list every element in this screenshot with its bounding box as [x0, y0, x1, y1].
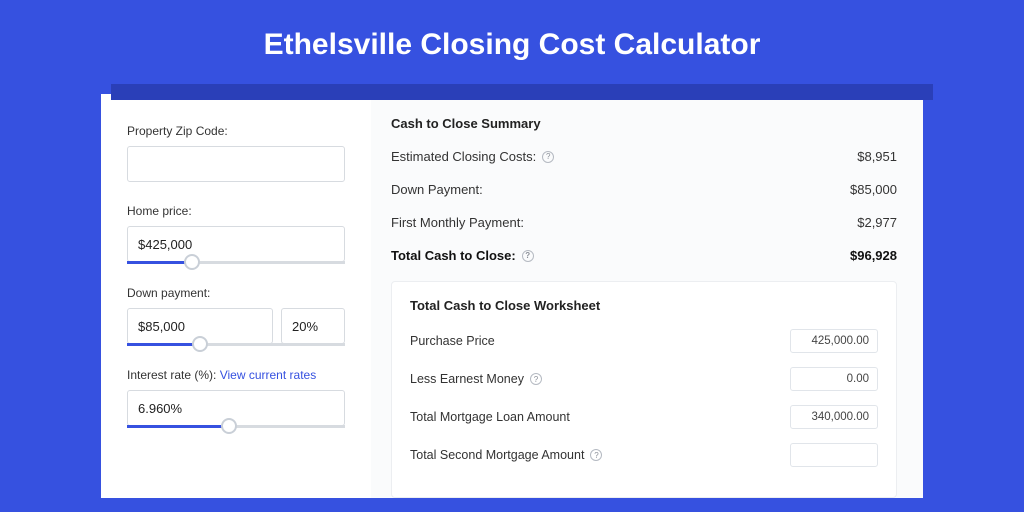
- ws-label-text: Less Earnest Money: [410, 372, 524, 386]
- interest-slider[interactable]: [127, 425, 345, 428]
- ws-value-input[interactable]: [790, 405, 878, 429]
- interest-field-group: Interest rate (%): View current rates: [127, 368, 345, 428]
- summary-label-text: Down Payment:: [391, 182, 483, 197]
- ws-value-input[interactable]: [790, 367, 878, 391]
- zip-input[interactable]: [127, 146, 345, 182]
- inputs-column: Property Zip Code: Home price: Down paym…: [101, 94, 371, 498]
- summary-row-down-payment: Down Payment: $85,000: [391, 182, 897, 197]
- worksheet-row-purchase-price: Purchase Price: [410, 329, 878, 353]
- interest-label: Interest rate (%): View current rates: [127, 368, 345, 382]
- help-icon[interactable]: ?: [530, 373, 542, 385]
- header-shadow: [111, 84, 933, 100]
- ws-label-text: Total Second Mortgage Amount: [410, 448, 584, 462]
- worksheet-row-second-mortgage: Total Second Mortgage Amount ?: [410, 443, 878, 467]
- ws-label-text: Total Mortgage Loan Amount: [410, 410, 570, 424]
- down-payment-slider[interactable]: [127, 343, 345, 346]
- help-icon[interactable]: ?: [522, 250, 534, 262]
- zip-field-group: Property Zip Code:: [127, 124, 345, 182]
- home-price-label: Home price:: [127, 204, 345, 218]
- home-price-input[interactable]: [127, 226, 345, 262]
- summary-row-total: Total Cash to Close: ? $96,928: [391, 248, 897, 263]
- summary-label-text: First Monthly Payment:: [391, 215, 524, 230]
- interest-input[interactable]: [127, 390, 345, 426]
- summary-label-text: Estimated Closing Costs:: [391, 149, 536, 164]
- ws-value-input[interactable]: [790, 329, 878, 353]
- results-column: Cash to Close Summary Estimated Closing …: [371, 94, 923, 498]
- calculator-panel: Property Zip Code: Home price: Down paym…: [101, 94, 923, 498]
- slider-thumb[interactable]: [221, 418, 237, 434]
- ws-value-input[interactable]: [790, 443, 878, 467]
- page-title: Ethelsville Closing Cost Calculator: [0, 0, 1024, 84]
- slider-thumb[interactable]: [184, 254, 200, 270]
- summary-value: $85,000: [850, 182, 897, 197]
- summary-row-closing-costs: Estimated Closing Costs: ? $8,951: [391, 149, 897, 164]
- summary-value: $8,951: [857, 149, 897, 164]
- slider-fill: [127, 261, 188, 264]
- worksheet-card: Total Cash to Close Worksheet Purchase P…: [391, 281, 897, 498]
- help-icon[interactable]: ?: [542, 151, 554, 163]
- summary-heading: Cash to Close Summary: [391, 116, 897, 131]
- worksheet-row-mortgage-amount: Total Mortgage Loan Amount: [410, 405, 878, 429]
- ws-label-text: Purchase Price: [410, 334, 495, 348]
- home-price-slider[interactable]: [127, 261, 345, 264]
- down-payment-field-group: Down payment:: [127, 286, 345, 346]
- slider-fill: [127, 343, 197, 346]
- view-rates-link[interactable]: View current rates: [220, 368, 317, 382]
- interest-label-text: Interest rate (%):: [127, 368, 216, 382]
- summary-row-first-payment: First Monthly Payment: $2,977: [391, 215, 897, 230]
- worksheet-row-earnest-money: Less Earnest Money ?: [410, 367, 878, 391]
- worksheet-heading: Total Cash to Close Worksheet: [410, 298, 878, 313]
- summary-value: $2,977: [857, 215, 897, 230]
- slider-thumb[interactable]: [192, 336, 208, 352]
- slider-fill: [127, 425, 225, 428]
- home-price-field-group: Home price:: [127, 204, 345, 264]
- down-payment-label: Down payment:: [127, 286, 345, 300]
- zip-label: Property Zip Code:: [127, 124, 345, 138]
- help-icon[interactable]: ?: [590, 449, 602, 461]
- summary-total-label: Total Cash to Close:: [391, 248, 516, 263]
- down-payment-pct-input[interactable]: [281, 308, 345, 344]
- summary-total-value: $96,928: [850, 248, 897, 263]
